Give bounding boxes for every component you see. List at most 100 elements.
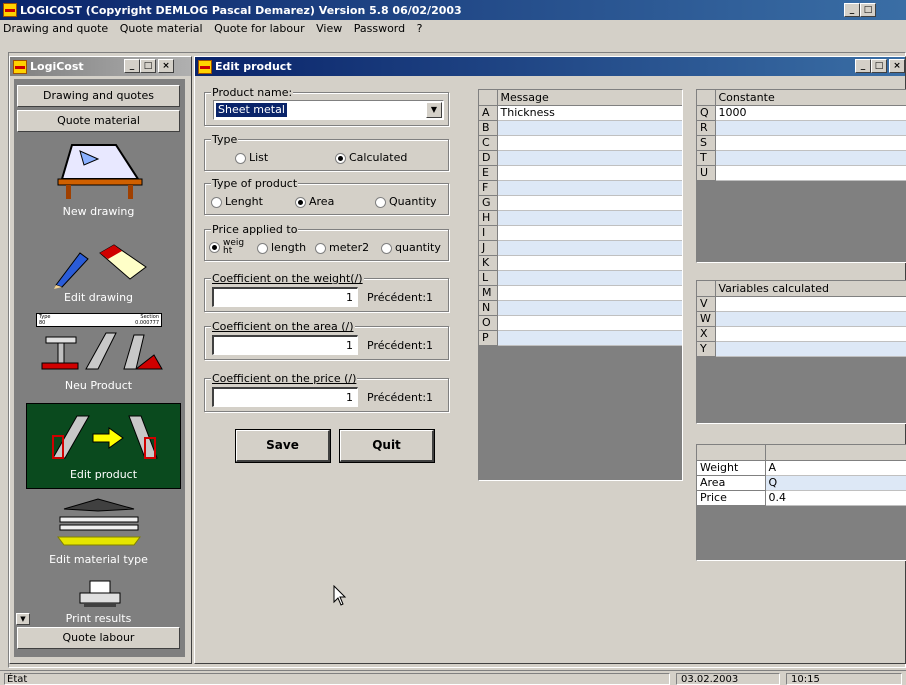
row-value-cell[interactable]: Thickness [497,105,682,121]
price-quantity-radio[interactable]: quantity [381,241,441,254]
table-row[interactable]: W [697,311,906,327]
quote-labour-button[interactable]: Quote labour [17,627,180,649]
row-value-cell[interactable] [497,150,682,166]
table-row[interactable]: D [479,150,682,166]
sidebar-item-edit-product[interactable]: Edit product [26,403,181,489]
row-value-cell[interactable] [497,330,682,346]
table-row[interactable]: P [479,330,682,346]
drawing-and-quotes-button[interactable]: Drawing and quotes [17,85,180,107]
material-sheets-icon[interactable] [54,497,144,549]
row-value-cell[interactable] [497,300,682,316]
row-value-cell[interactable] [715,150,906,166]
price-length-radio[interactable]: length [257,241,306,254]
row-value-cell[interactable]: Q [765,475,906,491]
row-value-cell[interactable] [715,296,906,312]
drawing-board-icon[interactable] [54,141,144,203]
table-row[interactable]: K [479,255,682,271]
row-value-cell[interactable] [497,315,682,331]
steel-profile-icon[interactable] [36,329,166,373]
table-row[interactable]: O [479,315,682,331]
table-row[interactable]: C [479,135,682,151]
minimize-button[interactable]: _ [844,3,860,17]
price-weight-radio[interactable]: weig ht [209,239,244,256]
sidebar-maximize-button[interactable]: □ [140,59,156,73]
table-row[interactable]: G [479,195,682,211]
table-row[interactable]: Price 0.4 [697,490,906,506]
type-calculated-radio[interactable]: Calculated [335,151,407,164]
row-value-cell[interactable]: A [765,460,906,476]
row-value-cell[interactable] [497,165,682,181]
row-value-cell[interactable] [497,135,682,151]
sidebar-item-edit-material-type[interactable]: Edit material type [17,553,180,566]
table-row[interactable]: F [479,180,682,196]
row-value-cell[interactable] [497,225,682,241]
product-type-lenght-radio[interactable]: Lenght [211,195,263,208]
pencil-eraser-icon[interactable] [50,239,150,289]
price-meter2-radio[interactable]: meter2 [315,241,369,254]
row-value-cell[interactable] [497,270,682,286]
sidebar-item-neu-product[interactable]: Neu Product [17,379,180,392]
row-value-cell[interactable] [715,135,906,151]
menu-quote-labour[interactable]: Quote for labour [214,22,305,35]
coef-weight-input[interactable]: 1 [212,287,358,307]
table-row[interactable]: L [479,270,682,286]
table-row[interactable]: R [697,120,906,136]
dropdown-button[interactable]: ▼ [426,102,442,118]
table-row[interactable]: Weight A [697,460,906,476]
row-value-cell[interactable] [497,195,682,211]
maximize-button[interactable]: □ [860,3,876,17]
table-row[interactable]: X [697,326,906,342]
save-button[interactable]: Save [235,429,331,463]
sidebar-scroll-down-button[interactable]: ▼ [16,613,30,625]
sidebar-item-new-drawing[interactable]: New drawing [17,205,180,218]
product-type-quantity-radio[interactable]: Quantity [375,195,437,208]
table-row[interactable]: V [697,296,906,312]
table-row[interactable]: E [479,165,682,181]
sidebar-item-edit-drawing[interactable]: Edit drawing [17,291,180,304]
row-value-cell[interactable] [715,165,906,181]
sidebar-minimize-button[interactable]: _ [124,59,140,73]
edit-maximize-button[interactable]: □ [871,59,887,73]
product-type-area-radio[interactable]: Area [295,195,334,208]
row-value-cell[interactable] [715,326,906,342]
edit-minimize-button[interactable]: _ [855,59,871,73]
row-value-cell[interactable] [497,180,682,196]
table-row[interactable]: A Thickness [479,105,682,121]
sidebar-close-button[interactable]: × [158,59,174,73]
menu-help[interactable]: ? [417,22,423,35]
table-row[interactable]: T [697,150,906,166]
type-list-radio[interactable]: List [235,151,268,164]
table-row[interactable]: Area Q [697,475,906,491]
row-value-cell[interactable] [497,255,682,271]
table-row[interactable]: S [697,135,906,151]
table-row[interactable]: M [479,285,682,301]
table-row[interactable]: H [479,210,682,226]
quit-button[interactable]: Quit [339,429,435,463]
quote-material-button[interactable]: Quote material [17,110,180,132]
coef-price-input[interactable]: 1 [212,387,358,407]
table-row[interactable]: Y [697,341,906,357]
table-row[interactable]: B [479,120,682,136]
table-row[interactable]: U [697,165,906,181]
table-row[interactable]: I [479,225,682,241]
row-value-cell[interactable] [497,285,682,301]
table-row[interactable]: Q 1000 [697,105,906,121]
row-value-cell[interactable] [497,210,682,226]
row-value-cell[interactable] [715,341,906,357]
product-name-select[interactable]: Sheet metal ▼ [213,100,444,120]
table-row[interactable]: J [479,240,682,256]
edit-close-button[interactable]: × [889,59,905,73]
row-value-cell[interactable] [715,120,906,136]
printer-icon[interactable] [78,579,122,609]
menu-drawing-quote[interactable]: Drawing and quote [3,22,108,35]
table-row[interactable]: N [479,300,682,316]
menu-quote-material[interactable]: Quote material [120,22,203,35]
row-value-cell[interactable]: 0.4 [765,490,906,506]
menu-password[interactable]: Password [354,22,405,35]
coef-area-input[interactable]: 1 [212,335,358,355]
row-value-cell[interactable] [715,311,906,327]
sidebar-item-print-results[interactable]: Print results [17,612,180,625]
row-value-cell[interactable]: 1000 [715,105,906,121]
row-value-cell[interactable] [497,240,682,256]
row-value-cell[interactable] [497,120,682,136]
